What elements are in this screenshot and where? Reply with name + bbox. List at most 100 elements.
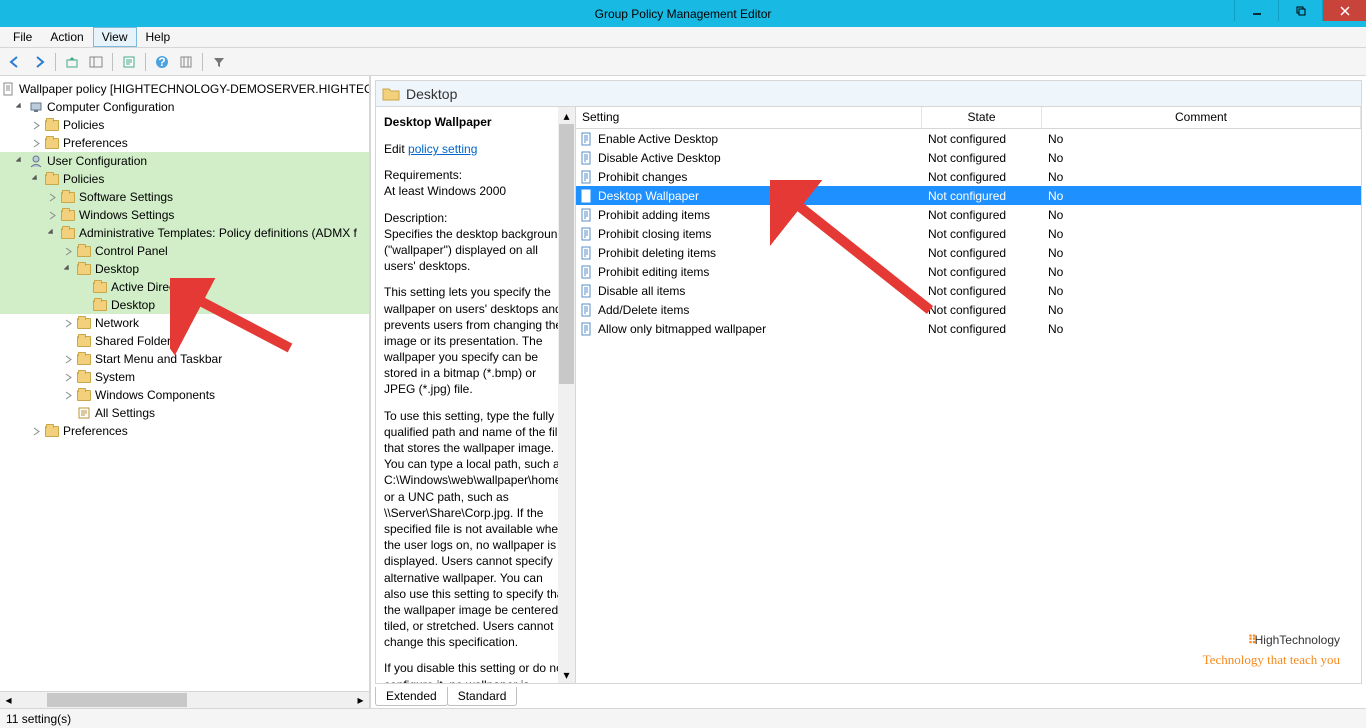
tree-all-settings[interactable]: All Settings (0, 404, 369, 422)
list-row[interactable]: Add/Delete itemsNot configuredNo (576, 300, 1361, 319)
tree-user-config[interactable]: User Configuration (0, 152, 369, 170)
menu-file[interactable]: File (4, 27, 41, 47)
scrollbar-thumb[interactable] (559, 124, 574, 384)
computer-icon (28, 99, 44, 115)
setting-name: Allow only bitmapped wallpaper (598, 322, 766, 336)
setting-state: Not configured (922, 189, 1042, 203)
tree-shared-folders[interactable]: Shared Folders (0, 332, 369, 350)
folder-icon (76, 387, 92, 403)
setting-state: Not configured (922, 303, 1042, 317)
tree-uc-prefs[interactable]: Preferences (0, 422, 369, 440)
folder-icon (76, 315, 92, 331)
setting-name: Disable Active Desktop (598, 151, 721, 165)
policy-item-icon (580, 170, 594, 184)
minimize-button[interactable] (1234, 0, 1278, 21)
menu-help[interactable]: Help (137, 27, 180, 47)
expander-icon[interactable] (30, 137, 42, 149)
scroll-up-icon[interactable]: ▴ (558, 107, 575, 124)
status-text: 11 setting(s) (6, 712, 71, 726)
folder-icon (44, 423, 60, 439)
column-comment[interactable]: Comment (1042, 107, 1361, 128)
tree-system[interactable]: System (0, 368, 369, 386)
list-row[interactable]: Prohibit adding itemsNot configuredNo (576, 205, 1361, 224)
expander-icon[interactable] (62, 317, 74, 329)
scroll-right-icon[interactable]: ▸ (352, 692, 369, 708)
tab-standard[interactable]: Standard (447, 687, 518, 706)
tree-desktop[interactable]: Desktop (0, 260, 369, 278)
tree-control-panel[interactable]: Control Panel (0, 242, 369, 260)
tree-desktop-sub[interactable]: Desktop (0, 296, 369, 314)
menu-action[interactable]: Action (41, 27, 92, 47)
setting-name: Enable Active Desktop (598, 132, 718, 146)
tree-win-settings[interactable]: Windows Settings (0, 206, 369, 224)
expander-icon[interactable] (46, 209, 58, 221)
tree-start-menu[interactable]: Start Menu and Taskbar (0, 350, 369, 368)
tab-extended[interactable]: Extended (375, 687, 448, 706)
tree-cc-policies[interactable]: Policies (0, 116, 369, 134)
breadcrumb-title: Desktop (406, 86, 457, 102)
folder-icon (44, 171, 60, 187)
up-button[interactable] (61, 51, 83, 73)
expander-icon[interactable] (14, 101, 26, 113)
toolbar: ? (0, 48, 1366, 76)
expander-icon[interactable] (30, 425, 42, 437)
breadcrumb: Desktop (375, 80, 1362, 107)
list-row[interactable]: Disable all itemsNot configuredNo (576, 281, 1361, 300)
setting-state: Not configured (922, 265, 1042, 279)
close-button[interactable] (1322, 0, 1366, 21)
policy-item-icon (580, 284, 594, 298)
menu-view[interactable]: View (93, 27, 137, 47)
list-row[interactable]: Prohibit changesNot configuredNo (576, 167, 1361, 186)
maximize-button[interactable] (1278, 0, 1322, 21)
expander-icon[interactable] (62, 353, 74, 365)
help-button[interactable]: ? (151, 51, 173, 73)
scrollbar-thumb[interactable] (47, 693, 187, 707)
filter-button[interactable] (208, 51, 230, 73)
scroll-down-icon[interactable]: ▾ (558, 666, 575, 683)
folder-icon (76, 261, 92, 277)
tree-cc-prefs[interactable]: Preferences (0, 134, 369, 152)
list-row[interactable]: Enable Active DesktopNot configuredNo (576, 129, 1361, 148)
expander-icon[interactable] (30, 173, 42, 185)
forward-button[interactable] (28, 51, 50, 73)
options-button[interactable] (175, 51, 197, 73)
tree-uc-policies[interactable]: Policies (0, 170, 369, 188)
expander-icon[interactable] (62, 263, 74, 275)
list-row[interactable]: Desktop WallpaperNot configuredNo (576, 186, 1361, 205)
tree-admin-templates[interactable]: Administrative Templates: Policy definit… (0, 224, 369, 242)
expander-icon[interactable] (46, 191, 58, 203)
policy-item-icon (580, 189, 594, 203)
tree-computer-config[interactable]: Computer Configuration (0, 98, 369, 116)
description-scrollbar[interactable]: ▴ ▾ (558, 107, 575, 683)
show-hide-tree-button[interactable] (85, 51, 107, 73)
expander-icon[interactable] (14, 155, 26, 167)
expander-icon[interactable] (62, 371, 74, 383)
description-label: Description: (384, 211, 447, 225)
expander-icon[interactable] (46, 227, 58, 239)
list-row[interactable]: Disable Active DesktopNot configuredNo (576, 148, 1361, 167)
column-setting[interactable]: Setting (576, 107, 922, 128)
tree-win-components[interactable]: Windows Components (0, 386, 369, 404)
expander-icon[interactable] (62, 245, 74, 257)
edit-policy-link[interactable]: policy setting (408, 142, 477, 156)
list-row[interactable]: Allow only bitmapped wallpaper Not config… (576, 319, 1361, 338)
title-bar: Group Policy Management Editor (0, 0, 1366, 27)
tree-network[interactable]: Network (0, 314, 369, 332)
setting-state: Not configured (922, 208, 1042, 222)
setting-state: Not configured (922, 322, 1042, 336)
setting-state: Not configured (922, 227, 1042, 241)
policy-item-icon (580, 303, 594, 317)
back-button[interactable] (4, 51, 26, 73)
column-state[interactable]: State (922, 107, 1042, 128)
properties-button[interactable] (118, 51, 140, 73)
list-row[interactable]: Prohibit closing itemsNot configuredNo (576, 224, 1361, 243)
scroll-left-icon[interactable]: ◂ (0, 692, 17, 708)
expander-icon[interactable] (30, 119, 42, 131)
tree-sw-settings[interactable]: Software Settings (0, 188, 369, 206)
list-row[interactable]: Prohibit editing itemsNot configuredNo (576, 262, 1361, 281)
tree-horizontal-scrollbar[interactable]: ◂ ▸ (0, 691, 369, 708)
list-row[interactable]: Prohibit deleting itemsNot configuredNo (576, 243, 1361, 262)
expander-icon[interactable] (62, 389, 74, 401)
tree-root[interactable]: Wallpaper policy [HIGHTECHNOLOGY-DEMOSER… (0, 80, 369, 98)
tree-active-directory[interactable]: Active Directory (0, 278, 369, 296)
